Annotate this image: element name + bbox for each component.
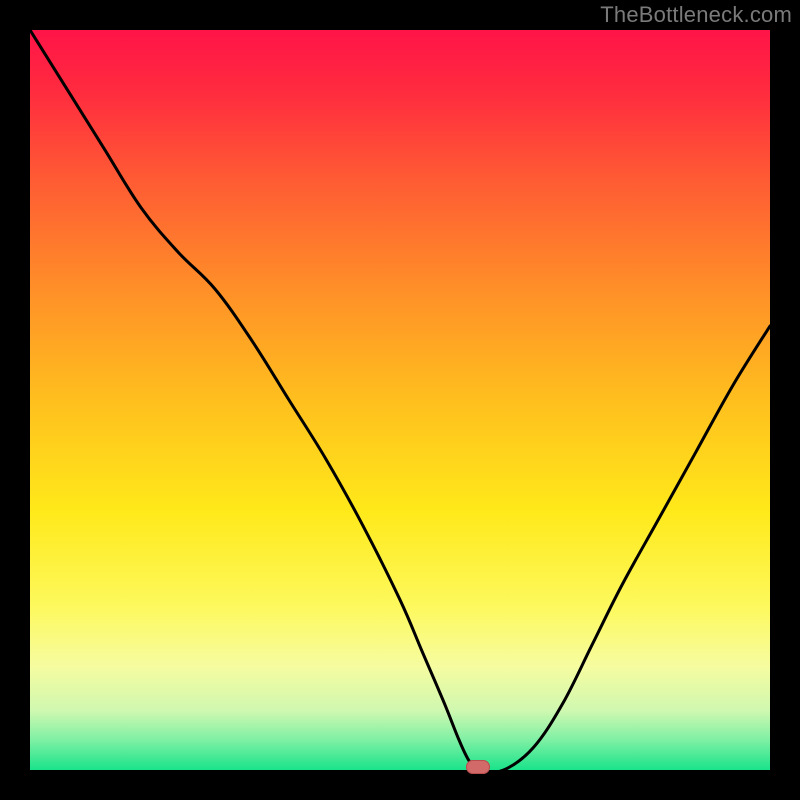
plot-svg	[30, 30, 770, 770]
chart-frame: TheBottleneck.com	[0, 0, 800, 800]
gradient-background	[30, 30, 770, 770]
optimum-marker	[466, 760, 490, 774]
watermark: TheBottleneck.com	[600, 2, 792, 28]
plot-area	[30, 30, 770, 770]
